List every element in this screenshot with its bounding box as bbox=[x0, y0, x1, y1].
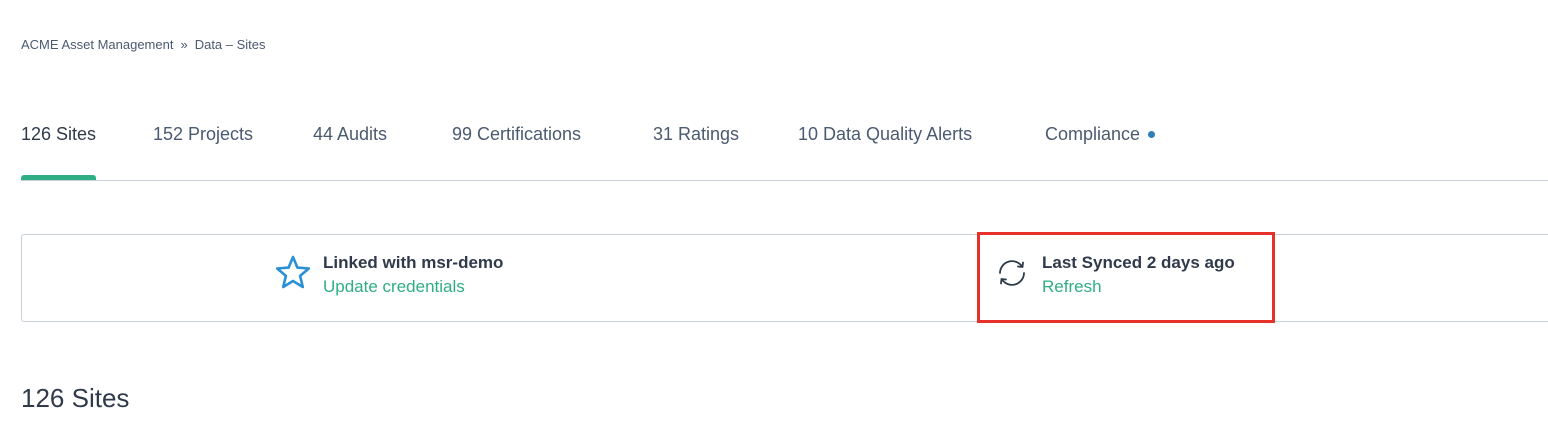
page: ACME Asset Management » Data – Sites 126… bbox=[0, 0, 1548, 430]
star-icon bbox=[273, 253, 313, 293]
tab-sites-label: 126 Sites bbox=[21, 124, 97, 144]
tab-audits-label: 44 Audits bbox=[313, 124, 388, 144]
tab-projects[interactable]: 152 Projects bbox=[153, 124, 253, 178]
breadcrumb-org-link[interactable]: ACME Asset Management bbox=[21, 37, 173, 52]
tab-ratings[interactable]: 31 Ratings bbox=[653, 124, 739, 178]
tab-data-quality-alerts-label: 10 Data Quality Alerts bbox=[798, 124, 973, 144]
active-tab-indicator bbox=[21, 175, 97, 180]
tab-bar: 126 Sites 152 Projects 44 Audits 99 Cert… bbox=[21, 124, 1548, 181]
breadcrumb: ACME Asset Management » Data – Sites bbox=[21, 37, 266, 52]
tab-certifications-label: 99 Certifications bbox=[452, 124, 582, 144]
tab-data-quality-alerts[interactable]: 10 Data Quality Alerts bbox=[798, 124, 972, 178]
breadcrumb-separator: » bbox=[180, 37, 188, 52]
tab-projects-label: 152 Projects bbox=[153, 124, 254, 144]
tab-certifications[interactable]: 99 Certifications bbox=[452, 124, 581, 178]
tab-audits[interactable]: 44 Audits bbox=[313, 124, 387, 178]
tab-compliance[interactable]: Compliance bbox=[1045, 124, 1156, 178]
notification-dot bbox=[1148, 130, 1156, 138]
update-credentials-link[interactable]: Update credentials bbox=[323, 277, 503, 297]
page-title: 126 Sites bbox=[21, 383, 130, 413]
tab-sites[interactable]: 126 Sites bbox=[21, 124, 97, 180]
integration-status-card: Linked with msr-demo Update credentials … bbox=[21, 234, 1548, 322]
linked-account-item: Linked with msr-demo Update credentials bbox=[273, 253, 503, 297]
tab-compliance-label: Compliance bbox=[1045, 124, 1141, 144]
tab-ratings-label: 31 Ratings bbox=[653, 124, 740, 144]
breadcrumb-current: Data – Sites bbox=[194, 37, 266, 52]
highlight-box bbox=[977, 232, 1275, 323]
linked-account-title: Linked with msr-demo bbox=[323, 253, 504, 272]
